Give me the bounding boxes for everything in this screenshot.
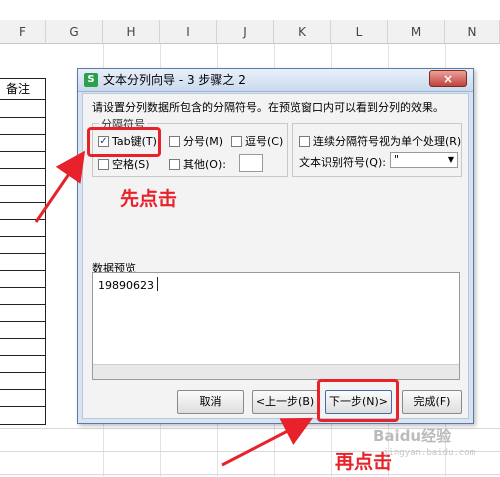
- checkbox-box: [98, 158, 109, 170]
- preview-row: 19890623: [98, 279, 154, 292]
- other-checkbox-label: 其他(O):: [183, 158, 226, 171]
- semicolon-checkbox-label: 分号(M): [183, 135, 224, 148]
- text-qualifier-value: ": [394, 153, 400, 166]
- column-header-l[interactable]: L: [331, 20, 388, 44]
- semicolon-checkbox[interactable]: 分号(M): [169, 133, 223, 149]
- highlight-tab-checkbox: [87, 127, 161, 157]
- table-border: [0, 372, 46, 373]
- space-checkbox[interactable]: 空格(S): [98, 156, 150, 172]
- preview-box[interactable]: 19890623: [92, 272, 460, 380]
- table-border: [0, 253, 46, 254]
- dialog-titlebar[interactable]: S 文本分列向导 - 3 步骤之 2 ×: [78, 69, 473, 92]
- table-border: [0, 219, 46, 220]
- table-border: [0, 151, 46, 152]
- column-header-n[interactable]: N: [445, 20, 500, 44]
- consecutive-delimiters-label: 连续分隔符号视为单个处理(R): [313, 135, 462, 148]
- table-border: [0, 117, 46, 118]
- column-header-j[interactable]: J: [217, 20, 274, 44]
- back-button[interactable]: <上一步(B): [252, 390, 318, 414]
- consecutive-delimiters-checkbox[interactable]: 连续分隔符号视为单个处理(R): [299, 133, 461, 149]
- table-border: [0, 270, 46, 271]
- column-header-m[interactable]: M: [388, 20, 445, 44]
- text-to-columns-dialog: S 文本分列向导 - 3 步骤之 2 × 请设置分列数据所包含的分隔符号。在预览…: [77, 68, 474, 424]
- checkbox-box: [169, 158, 180, 170]
- highlight-next-button: [317, 379, 399, 422]
- text-qualifier-select[interactable]: " ▼: [390, 152, 458, 168]
- table-border: [0, 236, 46, 237]
- table-border: [0, 355, 46, 356]
- checkbox-box: [299, 135, 310, 147]
- comma-checkbox[interactable]: 逗号(C): [231, 133, 283, 149]
- options-group: 连续分隔符号视为单个处理(R) 文本识别符号(Q): " ▼: [292, 123, 462, 177]
- text-qualifier-label: 文本识别符号(Q):: [299, 156, 386, 169]
- table-border: [0, 338, 46, 339]
- column-header-i[interactable]: I: [160, 20, 217, 44]
- gridline: [0, 474, 500, 475]
- column-header-g[interactable]: G: [46, 20, 103, 44]
- column-header-h[interactable]: H: [103, 20, 160, 44]
- space-checkbox-label: 空格(S): [112, 158, 150, 171]
- close-button[interactable]: ×: [429, 70, 467, 87]
- table-border: [0, 389, 46, 390]
- baidu-watermark-url: jingyan.baidu.com: [383, 448, 476, 458]
- checkbox-box: [231, 135, 242, 147]
- table-border: [0, 185, 46, 186]
- annotation-first-click: 先点击: [120, 188, 178, 210]
- cancel-button[interactable]: 取消: [177, 390, 244, 414]
- dialog-title: 文本分列向导 - 3 步骤之 2: [103, 73, 246, 87]
- table-border: [0, 406, 46, 407]
- other-delimiter-input[interactable]: [239, 154, 263, 172]
- app-icon: S: [84, 73, 98, 87]
- column-header-k[interactable]: K: [274, 20, 331, 44]
- table-border: [0, 202, 46, 203]
- baidu-watermark: Baidu经验: [373, 427, 452, 445]
- table-border: [0, 424, 46, 425]
- table-border: [0, 168, 46, 169]
- table-border: [0, 321, 46, 322]
- table-border: [0, 134, 46, 135]
- table-border: [0, 287, 46, 288]
- other-checkbox[interactable]: 其他(O):: [169, 156, 226, 172]
- chevron-down-icon: ▼: [447, 155, 454, 164]
- comma-checkbox-label: 逗号(C): [245, 135, 284, 148]
- column-break-line[interactable]: [157, 277, 158, 291]
- checkbox-box: [169, 135, 180, 147]
- column-header-f[interactable]: F: [0, 20, 46, 44]
- instruction-text: 请设置分列数据所包含的分隔符号。在预览窗口内可以看到分列的效果。: [92, 101, 444, 114]
- cell-remarks-header[interactable]: 备注: [0, 78, 46, 100]
- finish-button[interactable]: 完成(F): [402, 390, 462, 414]
- table-border: [0, 304, 46, 305]
- horizontal-scrollbar[interactable]: [93, 364, 459, 379]
